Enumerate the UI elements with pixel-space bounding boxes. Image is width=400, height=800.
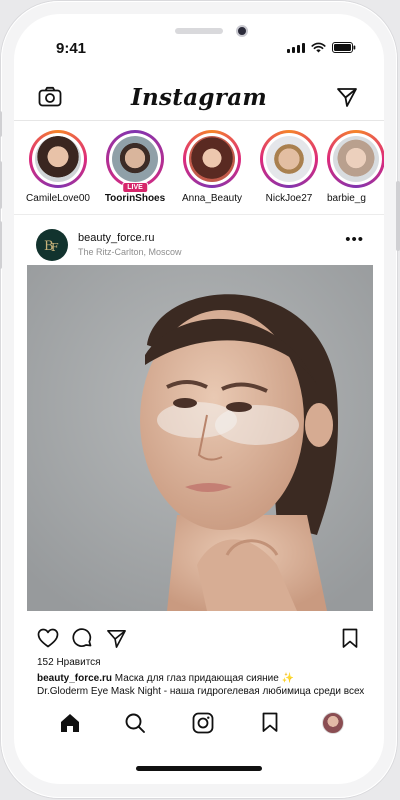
story-item[interactable]: Anna_Beauty xyxy=(173,130,251,204)
power-button xyxy=(396,181,400,251)
volume-down-button xyxy=(0,221,2,269)
story-username: Anna_Beauty xyxy=(181,193,243,204)
story-ring xyxy=(260,130,318,188)
bottom-tab-bar xyxy=(14,704,384,748)
portrait-illustration xyxy=(27,265,373,611)
volume-up-button xyxy=(0,161,2,209)
home-indicator[interactable] xyxy=(136,766,262,771)
home-icon[interactable] xyxy=(59,712,81,734)
caption-text: Маска для глаз придающая сияние ✨ xyxy=(112,673,295,684)
story-ring xyxy=(29,130,87,188)
post-image[interactable] xyxy=(27,265,373,611)
story-ring xyxy=(327,130,384,188)
story-username: barbie_g xyxy=(327,193,366,204)
story-item[interactable]: barbie_g xyxy=(327,130,384,204)
story-item[interactable]: CamileLove00 xyxy=(19,130,97,204)
screen: 9:41 Instagram CamileLove00 LIVE ToorinS… xyxy=(14,14,384,784)
battery-icon xyxy=(332,42,356,53)
post-actions xyxy=(14,624,384,656)
cellular-signal-icon xyxy=(287,42,305,53)
heart-icon[interactable] xyxy=(37,628,59,648)
svg-text:F: F xyxy=(51,241,59,254)
likes-count[interactable]: 152 Нравится xyxy=(37,657,101,668)
reels-icon[interactable] xyxy=(192,712,214,734)
live-badge: LIVE xyxy=(122,182,148,193)
bookmark-icon[interactable] xyxy=(342,628,358,649)
post-header: B F beauty_force.ru The Ritz-Carlton, Mo… xyxy=(14,217,384,267)
caption-line-1: beauty_force.ru Маска для глаз придающая… xyxy=(37,672,377,685)
brand-logo-icon: B F xyxy=(44,239,59,254)
story-ring: LIVE xyxy=(106,130,164,193)
wifi-icon xyxy=(311,42,326,53)
story-avatar xyxy=(35,136,81,182)
mute-switch xyxy=(0,111,2,137)
search-icon[interactable] xyxy=(124,712,146,734)
app-header: Instagram xyxy=(14,76,384,121)
instagram-logo[interactable]: Instagram xyxy=(14,84,384,111)
story-item-live[interactable]: LIVE ToorinShoes xyxy=(96,130,174,204)
share-icon[interactable] xyxy=(106,628,127,649)
direct-send-icon[interactable] xyxy=(336,86,358,108)
post-caption: beauty_force.ru Маска для глаз придающая… xyxy=(37,672,377,698)
story-item[interactable]: NickJoe27 xyxy=(250,130,328,204)
post-author-avatar[interactable]: B F xyxy=(36,229,68,261)
story-ring xyxy=(183,130,241,188)
caption-username[interactable]: beauty_force.ru xyxy=(37,673,112,684)
story-username: CamileLove00 xyxy=(26,193,90,204)
story-username: NickJoe27 xyxy=(265,193,313,204)
more-options-icon[interactable]: ••• xyxy=(345,231,364,248)
profile-avatar-icon[interactable] xyxy=(322,712,344,734)
story-avatar xyxy=(112,136,158,182)
caption-line-2: Dr.Gloderm Eye Mask Night - наша гидроге… xyxy=(37,686,365,697)
story-avatar xyxy=(189,136,235,182)
status-bar: 9:41 xyxy=(14,14,384,74)
post-location[interactable]: The Ritz-Carlton, Moscow xyxy=(78,247,182,257)
story-username: ToorinShoes xyxy=(104,193,166,204)
story-avatar xyxy=(266,136,312,182)
saved-bookmark-icon[interactable] xyxy=(262,712,278,733)
stories-tray[interactable]: CamileLove00 LIVE ToorinShoes Anna_Beaut… xyxy=(14,124,384,215)
status-time: 9:41 xyxy=(56,40,87,57)
story-avatar xyxy=(333,136,379,182)
status-icons xyxy=(287,42,356,53)
comment-icon[interactable] xyxy=(72,628,93,649)
post-username[interactable]: beauty_force.ru xyxy=(78,232,154,244)
